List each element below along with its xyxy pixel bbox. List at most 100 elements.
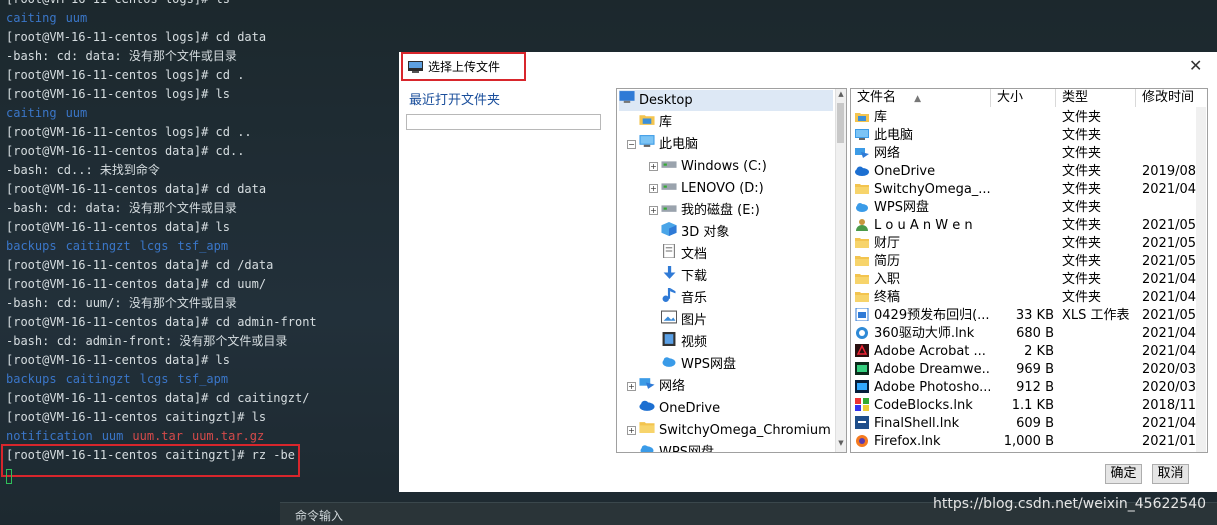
terminal-line: -bash: cd: data: 没有那个文件或目录 [6, 201, 237, 215]
file-name-cell: 库 [855, 109, 990, 127]
ok-button[interactable]: 确定 [1105, 464, 1142, 484]
file-name: 360驱动大师.lnk [874, 326, 975, 341]
tree-scrollbar[interactable]: ▲ ▼ [835, 89, 846, 452]
file-name-cell: Firefox.lnk [855, 433, 990, 451]
recent-folders-field[interactable] [406, 114, 601, 130]
library-icon [639, 112, 655, 133]
file-row[interactable]: 终稿 文件夹 2021/04 [851, 289, 1201, 307]
tree-item[interactable]: 库 [639, 112, 672, 133]
column-header-type[interactable]: 类型 [1056, 89, 1136, 107]
terminal-cursor [6, 469, 12, 484]
scroll-up-icon[interactable]: ▲ [836, 90, 846, 102]
tree-item[interactable]: 视频 [661, 332, 707, 353]
file-row[interactable]: 入职 文件夹 2021/04 [851, 271, 1201, 289]
file-list-scrollbar[interactable] [1196, 107, 1206, 452]
expand-icon[interactable]: + [649, 162, 658, 171]
xls-icon [855, 307, 869, 322]
file-row[interactable]: 360驱动大师.lnk 680 B 2021/04 [851, 325, 1201, 343]
close-icon[interactable]: ✕ [1189, 56, 1202, 75]
highlight-command-box [1, 444, 300, 477]
file-modified: 2020/03 [1142, 362, 1197, 377]
file-row[interactable]: 财厅 文件夹 2021/05 [851, 235, 1201, 253]
file-name: FinalShell.lnk [874, 416, 960, 431]
file-type: XLS 工作表 [1062, 308, 1130, 323]
file-type: 文件夹 [1062, 290, 1102, 305]
file-row[interactable]: 0429预发布回归(... 33 KB XLS 工作表 2021/05 [851, 307, 1201, 325]
file-name-cell: Adobe Photosho... [855, 379, 990, 397]
file-type: 文件夹 [1062, 254, 1102, 269]
file-modified: 2021/05 [1142, 254, 1197, 269]
file-row[interactable]: FinalShell.lnk 609 B 2021/04 [851, 415, 1201, 433]
dir-entry: caitingzt [65, 372, 131, 386]
tree-item-label: Desktop [639, 93, 693, 108]
column-header-name[interactable]: 文件名 ▲ [851, 89, 991, 107]
dir-entry: uum.tar [132, 429, 183, 443]
dir-entry: backups [6, 372, 57, 386]
dir-entry: uum [65, 11, 88, 25]
tree-item[interactable]: 文档 [661, 243, 707, 265]
file-row[interactable]: 网络 文件夹 [851, 145, 1201, 163]
expand-icon[interactable]: + [649, 206, 658, 215]
tree-item[interactable]: 图片 [660, 310, 708, 331]
tree-item-label: 图片 [681, 313, 708, 328]
column-header-modified[interactable]: 修改时间 [1136, 89, 1206, 107]
tree-item[interactable]: WPS网盘 [639, 442, 714, 452]
tree-item[interactable]: LENOVO (D:) [661, 178, 764, 199]
tree-scroll-thumb[interactable] [837, 103, 844, 143]
file-name: 入职 [874, 272, 901, 287]
file-name: Adobe Acrobat ... [874, 344, 986, 359]
file-row[interactable]: Adobe Dreamwe... 969 B 2020/03 [851, 361, 1201, 379]
tree-item[interactable]: 音乐 [661, 288, 707, 309]
tree-item[interactable]: 此电脑 [639, 134, 698, 155]
tree-item[interactable]: WPS网盘 [661, 354, 736, 375]
tree-item[interactable]: Windows (C:) [661, 156, 767, 177]
terminal-line: [root@VM-16-11-centos caitingzt]# ls [6, 410, 267, 424]
file-modified: 2019/08 [1142, 164, 1197, 179]
file-list[interactable]: 文件名 ▲ 大小 类型 修改时间 库文件夹 此电脑 文件夹 网络 文件夹 OneDrive… [850, 88, 1208, 453]
file-row[interactable]: Firefox.lnk 1,000 B 2021/01 [851, 433, 1201, 451]
cancel-button[interactable]: 取消 [1152, 464, 1189, 484]
file-size: 2 KB [1024, 344, 1054, 359]
tree-item-label: Windows (C:) [681, 159, 767, 174]
file-row[interactable]: WPS网盘 文件夹 [851, 199, 1201, 217]
file-size: 912 B [1016, 380, 1054, 395]
expand-icon[interactable]: + [627, 382, 636, 391]
tree-item[interactable]: Desktop [619, 90, 833, 111]
file-row[interactable]: Adobe Photosho... 912 B 2020/03 [851, 379, 1201, 397]
tree-item[interactable]: 网络 [639, 376, 685, 397]
file-row[interactable]: SwitchyOmega_... 文件夹 2021/04 [851, 181, 1201, 199]
collapse-icon[interactable]: − [627, 140, 636, 149]
codeblocks-icon [855, 398, 869, 411]
file-name: 此电脑 [874, 128, 914, 143]
file-type: 文件夹 [1062, 146, 1102, 161]
tree-item-label: LENOVO (D:) [681, 181, 764, 196]
file-modified: 2021/04 [1142, 416, 1197, 431]
file-row[interactable]: L o u A n W e n 文件夹 2021/05 [851, 217, 1201, 235]
scroll-down-icon[interactable]: ▼ [836, 439, 846, 451]
column-header-size[interactable]: 大小 [991, 89, 1056, 107]
file-row[interactable]: Adobe Acrobat ... 2 KB 2021/04 [851, 343, 1201, 361]
recent-folders-label[interactable]: 最近打开文件夹 [409, 89, 500, 108]
tree-item-label: 库 [659, 115, 673, 130]
tree-item[interactable]: OneDrive [639, 398, 720, 419]
folder-tree[interactable]: Desktop 库 − 此电脑 + Windows (C:) + LENOVO (D:) + 我的… [616, 88, 847, 453]
file-name: Firefox.lnk [874, 434, 941, 449]
file-row[interactable]: 库 文件夹 [851, 109, 1201, 127]
file-name: Adobe Photosho... [874, 380, 990, 395]
dir-entry: notification [6, 429, 93, 443]
file-name-cell: FinalShell.lnk [855, 415, 990, 433]
terminal-line: [root@VM-16-11-centos data]# cd /data [6, 258, 274, 272]
tree-item[interactable]: 我的磁盘 (E:) [661, 200, 760, 221]
upload-file-dialog: 选择上传文件 ✕ 最近打开文件夹 Desktop 库 − 此电脑 + Windows (C… [399, 52, 1217, 492]
file-row[interactable]: 此电脑 文件夹 [851, 127, 1201, 145]
expand-icon[interactable]: + [649, 184, 658, 193]
tree-item[interactable]: 3D 对象 [661, 222, 729, 243]
tree-item[interactable]: 下载 [661, 266, 707, 287]
file-row[interactable]: OneDrive 文件夹 2019/08 [851, 163, 1201, 181]
file-name: CodeBlocks.lnk [874, 398, 973, 413]
expand-icon[interactable]: + [627, 426, 636, 435]
onedrive-icon [855, 164, 869, 177]
file-row[interactable]: CodeBlocks.lnk 1.1 KB 2018/11 [851, 397, 1201, 415]
file-row[interactable]: 简历 文件夹 2021/05 [851, 253, 1201, 271]
tree-item[interactable]: SwitchyOmega_Chromium [639, 420, 831, 441]
